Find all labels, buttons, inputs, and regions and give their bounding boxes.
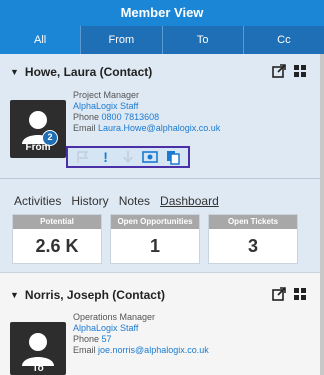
avatar: 2 From	[10, 100, 66, 158]
flag-icon[interactable]	[73, 149, 93, 165]
phone-label: Phone	[73, 334, 100, 344]
avatar-role-label: From	[25, 142, 51, 153]
contact-info: Project Manager AlphaLogix Staff Phone 0…	[73, 90, 220, 134]
company-link[interactable]: AlphaLogix Staff	[73, 101, 220, 112]
job-title: Project Manager	[73, 90, 140, 100]
tab-all[interactable]: All	[0, 26, 82, 54]
contact-header-1[interactable]: ▼ Howe, Laura (Contact)	[0, 56, 320, 88]
grid-menu-icon[interactable]	[294, 65, 306, 77]
avatar: To	[10, 322, 66, 375]
scrollbar[interactable]	[320, 54, 324, 375]
kpi-open-tickets[interactable]: Open Tickets 3	[208, 214, 298, 264]
kpi-row: Potential 2.6 K Open Opportunities 1 Ope…	[12, 214, 298, 264]
tab-activities[interactable]: Activities	[14, 194, 61, 208]
action-toolbar: !	[66, 146, 190, 168]
email-link[interactable]: Laura.Howe@alphalogix.co.uk	[98, 123, 220, 133]
email-link[interactable]: joe.norris@alphalogix.co.uk	[98, 345, 209, 355]
avatar-role-label: To	[32, 363, 44, 374]
exclamation-icon[interactable]: !	[96, 149, 116, 165]
tab-to[interactable]: To	[163, 26, 244, 54]
window-title: Member View	[0, 0, 324, 26]
kpi-title: Open Opportunities	[111, 215, 199, 229]
contact-header-2[interactable]: ▼ Norris, Joseph (Contact)	[0, 279, 320, 311]
copy-document-icon[interactable]	[163, 149, 183, 165]
kpi-title: Potential	[13, 215, 101, 229]
tab-cc[interactable]: Cc	[244, 26, 324, 54]
phone-link[interactable]: 0800 7813608	[102, 112, 160, 122]
grid-menu-icon[interactable]	[294, 288, 306, 300]
tab-history[interactable]: History	[71, 194, 108, 208]
collapse-caret-icon[interactable]: ▼	[10, 290, 19, 300]
kpi-title: Open Tickets	[209, 215, 297, 229]
job-title: Operations Manager	[73, 312, 156, 322]
tab-notes[interactable]: Notes	[119, 194, 150, 208]
company-link[interactable]: AlphaLogix Staff	[73, 323, 209, 334]
kpi-value: 1	[149, 236, 160, 256]
email-label: Email	[73, 345, 96, 355]
kpi-value: 2.6 K	[35, 236, 79, 256]
kpi-value: 3	[247, 236, 258, 256]
money-icon[interactable]	[140, 149, 160, 165]
email-label: Email	[73, 123, 96, 133]
kpi-potential[interactable]: Potential 2.6 K	[12, 214, 102, 264]
section-divider	[0, 178, 320, 179]
detail-tabs: Activities History Notes Dashboard	[14, 194, 219, 208]
contact-info: Operations Manager AlphaLogix Staff Phon…	[73, 312, 209, 356]
phone-link[interactable]: 57	[102, 334, 112, 344]
filter-tabs: All From To Cc	[0, 26, 324, 54]
contact-name: Norris, Joseph (Contact)	[24, 288, 165, 302]
contact-name: Howe, Laura (Contact)	[24, 65, 153, 79]
phone-label: Phone	[73, 112, 100, 122]
open-external-icon[interactable]	[272, 64, 286, 78]
kpi-open-opportunities[interactable]: Open Opportunities 1	[110, 214, 200, 264]
tab-dashboard[interactable]: Dashboard	[160, 194, 219, 208]
priority-low-icon[interactable]	[118, 149, 138, 165]
tab-from[interactable]: From	[81, 26, 163, 54]
open-external-icon[interactable]	[272, 287, 286, 301]
collapse-caret-icon[interactable]: ▼	[10, 67, 19, 77]
